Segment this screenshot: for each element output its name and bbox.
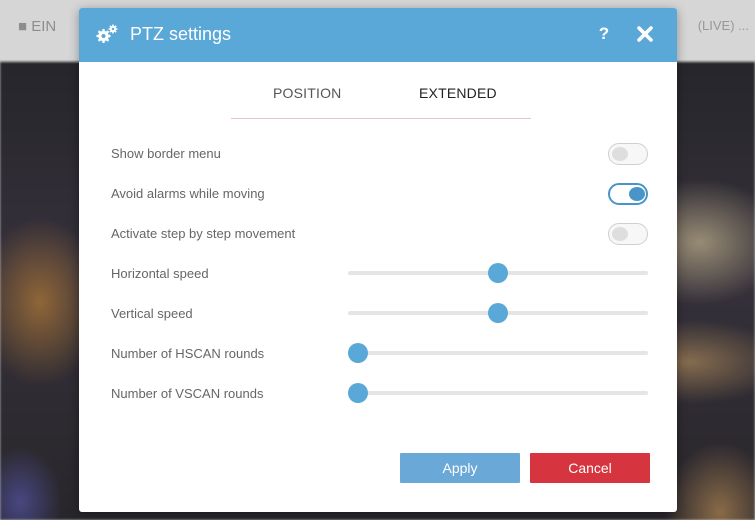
show-border-menu-toggle[interactable] (608, 143, 648, 165)
hscan-rounds-slider[interactable] (348, 343, 648, 363)
toggle-knob (612, 227, 628, 241)
dialog-title: PTZ settings (130, 24, 232, 44)
vertical-speed-slider[interactable] (348, 303, 648, 323)
tab-bar: POSITION EXTENDED (231, 76, 531, 119)
horizontal-speed-label: Horizontal speed (111, 266, 209, 281)
slider-thumb[interactable] (488, 263, 508, 283)
help-button[interactable]: ? (595, 23, 613, 45)
tab-extended[interactable]: EXTENDED (419, 85, 497, 101)
gears-icon (96, 24, 118, 43)
vscan-rounds-label: Number of VSCAN rounds (111, 386, 264, 401)
dialog-header: PTZ settings ? (79, 8, 677, 62)
vscan-rounds-slider[interactable] (348, 383, 648, 403)
hscan-rounds-label: Number of HSCAN rounds (111, 346, 265, 361)
slider-track (348, 391, 648, 395)
step-by-step-label: Activate step by step movement (111, 226, 296, 241)
toggle-knob (612, 147, 628, 161)
tab-position[interactable]: POSITION (273, 85, 342, 101)
vertical-speed-label: Vertical speed (111, 306, 193, 321)
cancel-button[interactable]: Cancel (530, 453, 650, 483)
avoid-alarms-label: Avoid alarms while moving (111, 186, 265, 201)
slider-thumb[interactable] (348, 343, 368, 363)
slider-thumb[interactable] (348, 383, 368, 403)
show-border-menu-label: Show border menu (111, 146, 221, 161)
ptz-settings-dialog: PTZ settings ? POSITION EXTENDED Show bo… (79, 8, 677, 512)
close-icon[interactable] (635, 24, 655, 44)
slider-track (348, 351, 648, 355)
slider-thumb[interactable] (488, 303, 508, 323)
toggle-knob (629, 187, 645, 201)
step-by-step-toggle[interactable] (608, 223, 648, 245)
horizontal-speed-slider[interactable] (348, 263, 648, 283)
avoid-alarms-toggle[interactable] (608, 183, 648, 205)
apply-button[interactable]: Apply (400, 453, 520, 483)
